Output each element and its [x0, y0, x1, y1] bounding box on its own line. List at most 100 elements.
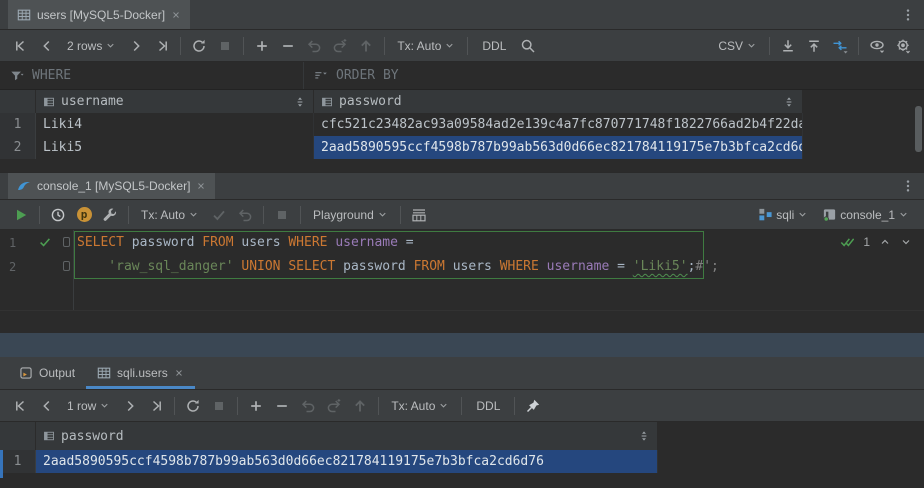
divider — [461, 397, 462, 415]
tx-mode-dropdown[interactable]: Tx: Auto — [390, 39, 462, 53]
tab-console[interactable]: console_1 [MySQL5-Docker] — [8, 173, 215, 199]
previous-page-button[interactable] — [34, 394, 60, 418]
delete-row-button[interactable] — [275, 34, 301, 58]
row-number: 1 — [0, 450, 36, 473]
import-data-button[interactable] — [801, 34, 827, 58]
execution-count: 1 — [863, 235, 870, 249]
sort-toggle-icon[interactable] — [638, 430, 650, 442]
add-row-button[interactable] — [249, 34, 275, 58]
sql-string-highlighted: 'Liki5' — [633, 259, 688, 274]
schema-dropdown[interactable]: sqli — [751, 207, 815, 222]
tx-mode-label: Tx: Auto — [141, 208, 185, 222]
vertical-scrollbar[interactable] — [915, 106, 922, 152]
resubmit-button[interactable] — [327, 34, 353, 58]
run-button[interactable] — [8, 203, 34, 227]
revert-button[interactable] — [301, 34, 327, 58]
fold-marker[interactable] — [63, 237, 70, 247]
export-format-dropdown[interactable]: CSV — [711, 39, 764, 53]
tab-sqli-users-result[interactable]: sqli.users — [86, 357, 195, 389]
ddl-button[interactable]: DDL — [473, 39, 515, 53]
console-options-menu[interactable] — [901, 173, 924, 199]
rows-count-dropdown[interactable]: 2 rows — [60, 39, 123, 53]
compare-button[interactable] — [827, 34, 853, 58]
last-page-button[interactable] — [143, 394, 169, 418]
stop-button[interactable] — [269, 203, 295, 227]
parameters-button[interactable]: p — [71, 203, 97, 227]
column-icon — [321, 96, 333, 108]
ddl-button[interactable]: DDL — [467, 399, 509, 413]
tx-mode-dropdown[interactable]: Tx: Auto — [384, 399, 456, 413]
settings-button[interactable] — [890, 34, 916, 58]
previous-page-button[interactable] — [34, 34, 60, 58]
first-page-button[interactable] — [8, 394, 34, 418]
settings-wrench-button[interactable] — [97, 203, 123, 227]
grid-header-filler — [658, 422, 924, 450]
sort-toggle-icon[interactable] — [294, 96, 306, 108]
column-label: username — [61, 94, 124, 109]
sql-keyword: WHERE — [500, 259, 539, 274]
column-header-password[interactable]: password — [314, 90, 803, 113]
code-line[interactable]: 'raw_sql_danger' UNION SELECT password F… — [77, 255, 719, 279]
sort-toggle-icon[interactable] — [783, 96, 795, 108]
close-icon[interactable] — [171, 10, 181, 20]
first-page-button[interactable] — [8, 34, 34, 58]
delete-row-button[interactable] — [269, 394, 295, 418]
next-statement-icon[interactable] — [900, 236, 912, 248]
previous-statement-icon[interactable] — [879, 236, 891, 248]
double-check-icon — [840, 235, 854, 249]
history-button[interactable] — [45, 203, 71, 227]
submit-button[interactable] — [347, 394, 373, 418]
cell-password-selected[interactable]: 2aad5890595ccf4598b787b99ab563d0d66ec821… — [314, 136, 803, 159]
console-session-dropdown[interactable]: console_1 — [815, 207, 916, 222]
commit-button[interactable] — [206, 203, 232, 227]
pin-tab-button[interactable] — [520, 394, 546, 418]
fold-marker[interactable] — [63, 261, 70, 271]
close-icon[interactable] — [196, 181, 206, 191]
chevron-down-icon — [188, 209, 199, 220]
cell-password-selected[interactable]: 2aad5890595ccf4598b787b99ab563d0d66ec821… — [36, 450, 658, 473]
reload-data-button[interactable] — [186, 34, 212, 58]
column-header-username[interactable]: username — [36, 90, 314, 113]
resubmit-button[interactable] — [321, 394, 347, 418]
table-icon — [17, 8, 31, 22]
reload-data-button[interactable] — [180, 394, 206, 418]
next-page-button[interactable] — [117, 394, 143, 418]
sql-keyword: UNION SELECT — [241, 259, 335, 274]
tab-options-menu[interactable] — [901, 0, 924, 29]
rollback-button[interactable] — [232, 203, 258, 227]
query-result-grid: password 1 2aad5890595ccf4598b787b99ab56… — [0, 422, 924, 473]
sql-editor[interactable]: 1 2 SELECT password FROM users WHERE use… — [0, 230, 924, 333]
where-filter-input[interactable]: WHERE — [0, 62, 303, 89]
cell-username[interactable]: Liki5 — [36, 136, 314, 159]
rows-count-dropdown[interactable]: 1 row — [60, 399, 117, 413]
playground-dropdown[interactable]: Playground — [306, 208, 395, 222]
last-page-button[interactable] — [149, 34, 175, 58]
panel-splitter[interactable] — [0, 333, 924, 357]
view-options-button[interactable] — [864, 34, 890, 58]
next-page-button[interactable] — [123, 34, 149, 58]
stop-button[interactable] — [212, 34, 238, 58]
cell-password[interactable]: cfc521c23482ac93a09584ad2e139c4a7fc87077… — [314, 113, 803, 136]
sql-keyword: SELECT — [77, 235, 124, 250]
chevron-down-icon — [105, 40, 116, 51]
tab-label: console_1 [MySQL5-Docker] — [37, 179, 190, 193]
tx-mode-dropdown[interactable]: Tx: Auto — [134, 208, 206, 222]
code-line[interactable]: SELECT password FROM users WHERE usernam… — [77, 231, 414, 255]
in-editor-results-button[interactable] — [406, 203, 432, 227]
close-icon[interactable] — [174, 368, 184, 378]
divider — [237, 397, 238, 415]
stop-button[interactable] — [206, 394, 232, 418]
schema-icon — [758, 207, 773, 222]
cell-username[interactable]: Liki4 — [36, 113, 314, 136]
kebab-menu-icon — [901, 179, 915, 193]
add-row-button[interactable] — [243, 394, 269, 418]
database-ide-window: users [MySQL5-Docker] 2 rows Tx: Auto — [0, 0, 924, 488]
column-header-password[interactable]: password — [36, 422, 658, 450]
tab-users-table[interactable]: users [MySQL5-Docker] — [8, 0, 190, 29]
export-data-button[interactable] — [775, 34, 801, 58]
find-button[interactable] — [515, 34, 541, 58]
tab-output[interactable]: Output — [8, 357, 86, 389]
submit-button[interactable] — [353, 34, 379, 58]
revert-button[interactable] — [295, 394, 321, 418]
order-by-filter-input[interactable]: ORDER BY — [304, 62, 409, 89]
